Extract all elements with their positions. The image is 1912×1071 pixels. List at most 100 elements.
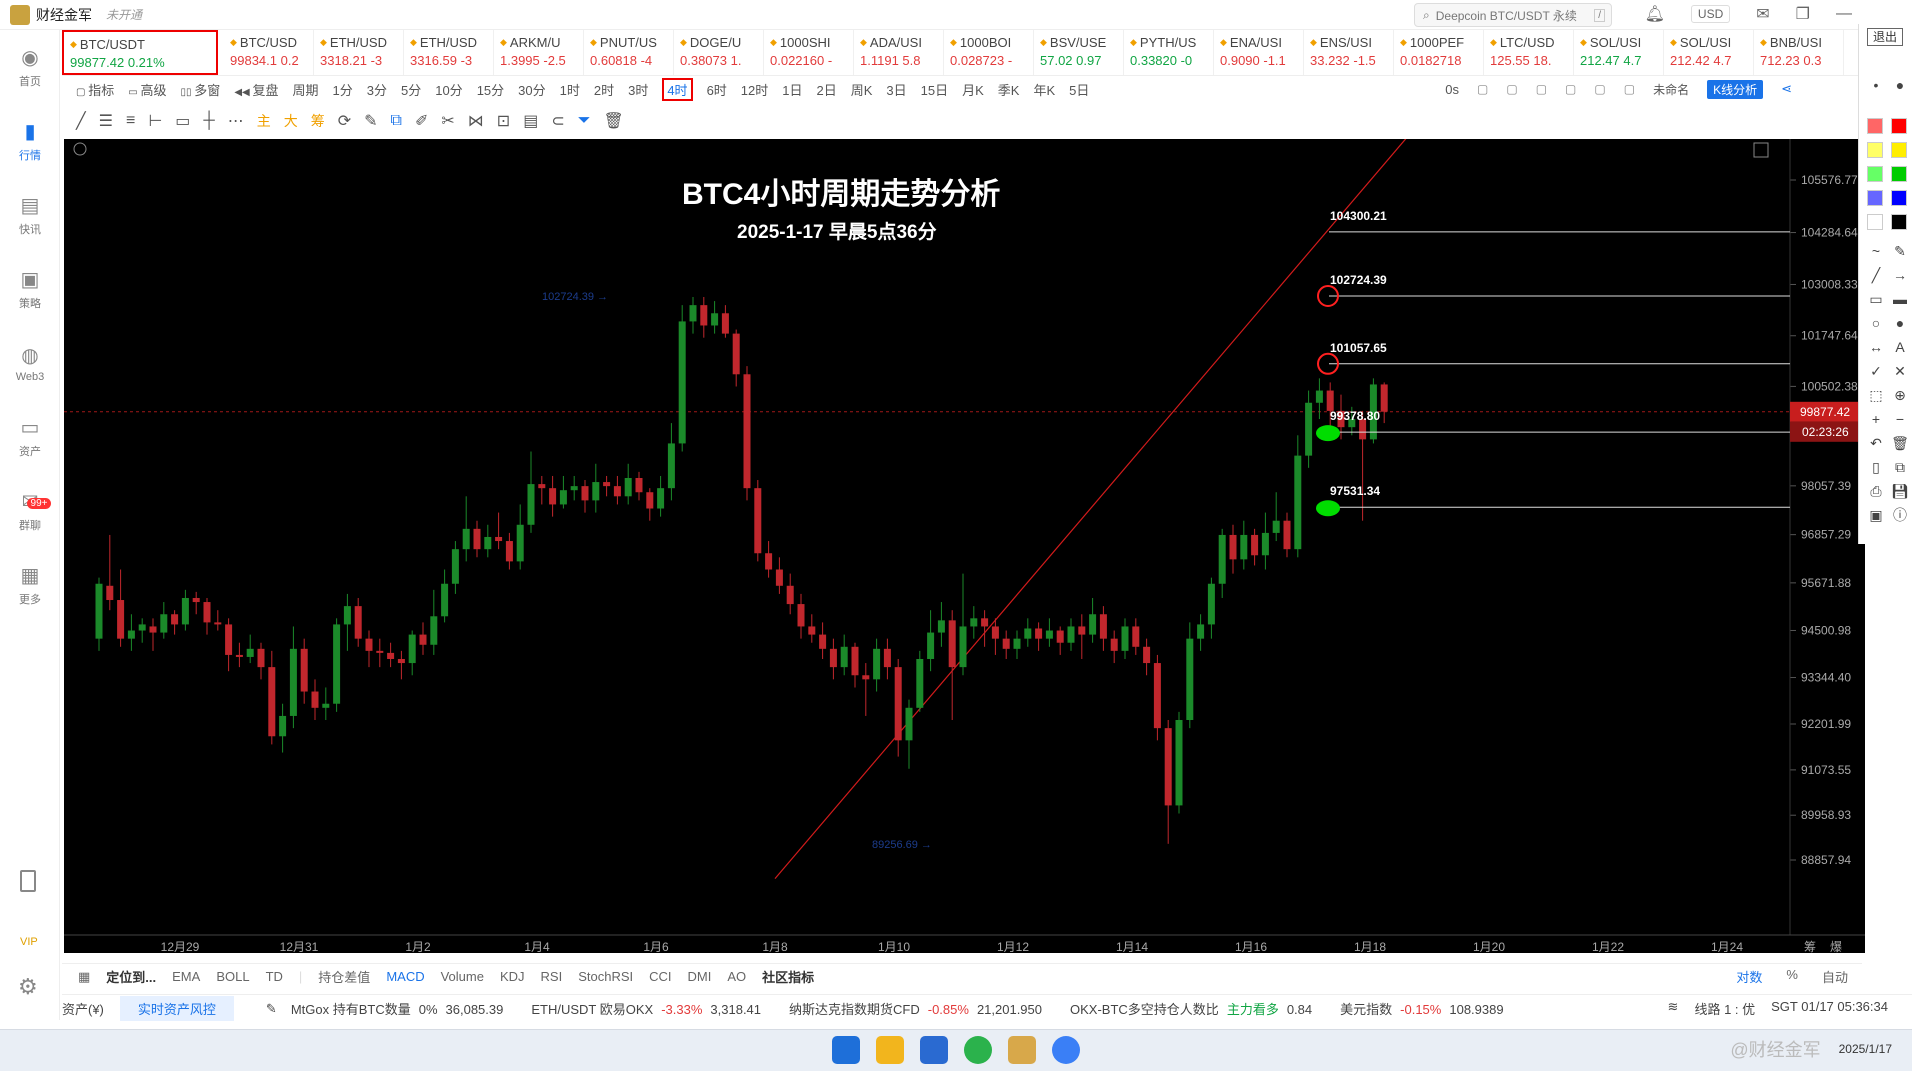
cross-tool-icon[interactable]: ✕ [1891,362,1909,380]
filled-ellipse-tool-icon[interactable]: ● [1891,314,1909,332]
ticker-tab-3[interactable]: ETH/USD 3316.59 -3 [404,30,494,75]
undo-icon[interactable]: ↶ [1867,434,1885,452]
store-icon[interactable] [920,1036,948,1064]
plus-tool-icon[interactable]: + [1867,410,1885,428]
ticker-tab-5[interactable]: PNUT/US 0.60818 -4 [584,30,674,75]
interval-5[interactable]: 30分 [518,80,545,99]
color-swatch[interactable] [1891,214,1907,230]
eraser-icon[interactable]: ✂ [441,111,454,131]
kline-analysis-button[interactable]: K线分析 [1707,79,1764,99]
chart-expand-icon[interactable] [1753,142,1769,158]
popout-icon[interactable]: ▢ [1536,82,1547,96]
calendar-icon[interactable]: ▦ [78,969,90,985]
window-restore-icon[interactable]: ❐ [1796,4,1810,24]
page-icon[interactable]: ▯ [1867,458,1885,476]
pen-icon[interactable]: ✐ [415,111,428,131]
sub-indicator-1[interactable]: MACD [386,969,424,984]
interval-15[interactable]: 3日 [886,80,906,99]
sidebar-item-2[interactable]: ▤ 快讯 [0,178,60,252]
sidebar-item-1[interactable]: ▮ 行情 [0,104,60,178]
sub-indicator-6[interactable]: CCI [649,969,671,984]
trading-app-icon[interactable] [1008,1036,1036,1064]
tool-advanced[interactable]: ▭ 高级 [128,80,166,99]
save-icon[interactable]: 💾︎ [1891,482,1909,500]
color-swatch[interactable] [1891,142,1907,158]
sidebar-item-4[interactable]: ◍ Web3 [0,326,60,400]
sidebar-item-3[interactable]: ▣ 策略 [0,252,60,326]
ticker-tab-11[interactable]: PYTH/US 0.33820 -0 [1124,30,1214,75]
settings-icon[interactable]: ▢ [1594,82,1605,96]
edit-icon[interactable]: ✎ [266,1001,277,1017]
ticker-tab-18[interactable]: BNB/USI 712.23 0.3 [1754,30,1844,75]
chip-tool[interactable]: 筹 [311,111,325,131]
line-status[interactable]: 线路 1 : 优 [1694,999,1755,1018]
ticker-strip-item[interactable]: ETH/USDT 欧易OKX -3.33% 3,318.41 [531,999,761,1018]
sidebar-item-7[interactable]: ▦ 更多 [0,548,60,622]
tool-replay[interactable]: ◀◀ 复盘 [234,80,278,99]
minimize-icon[interactable]: — [1836,5,1852,23]
print-icon[interactable]: ⎙ [1867,482,1885,500]
color-swatch[interactable] [1891,190,1907,206]
filter-icon[interactable]: ⏷ [578,112,591,130]
chart-canvas[interactable]: 105576.77 104284.64 103008.33 101747.64 1005… [64,139,1865,953]
tool-multi-window[interactable]: ▯▯ 多窗 [181,80,221,99]
interval-7[interactable]: 2时 [594,80,614,99]
channel-tool-icon[interactable]: ☰ [99,111,113,131]
minus-tool-icon[interactable]: − [1891,410,1909,428]
account-status[interactable]: 未开通 [106,6,142,23]
brush-icon[interactable]: ✎ [364,111,377,131]
trash-icon[interactable]: 🗑︎ [604,111,624,131]
sidebar-item-6[interactable]: ✉99+群聊 [0,474,60,548]
ticker-tab-10[interactable]: BSV/USE 57.02 0.97 [1034,30,1124,75]
interval-18[interactable]: 季K [998,80,1020,99]
interval-14[interactable]: 周K [851,80,873,99]
file-explorer-icon[interactable] [876,1036,904,1064]
ticker-tab-8[interactable]: ADA/USI 1.1191 5.8 [854,30,944,75]
ticker-strip-item[interactable]: 美元指数 -0.15% 108.9389 [1340,999,1503,1018]
ellipse-tool-icon[interactable]: ○ [1867,314,1885,332]
ticker-tab-16[interactable]: SOL/USI 212.47 4.7 [1574,30,1664,75]
main-indicator-boll[interactable]: BOLL [216,969,249,984]
zoom-tool-icon[interactable]: ⊕ [1891,386,1909,404]
camera-icon[interactable]: ▢ [1477,82,1488,96]
share-icon[interactable]: ⋖ [1781,81,1792,97]
interval-19[interactable]: 年K [1033,80,1055,99]
ticker-tab-2[interactable]: ETH/USD 3318.21 -3 [314,30,404,75]
ticker-tab-7[interactable]: 1000SHI 0.022160 - [764,30,854,75]
large-order-tool[interactable]: 大 [284,111,298,131]
interval-4[interactable]: 15分 [477,80,504,99]
interval-2[interactable]: 5分 [401,80,421,99]
locate-button[interactable]: 定位到... [106,967,156,986]
sub-indicator-8[interactable]: AO [727,969,746,984]
ticker-tab-15[interactable]: LTC/USD 125.55 18. [1484,30,1574,75]
scale-option-0[interactable]: 对数 [1736,967,1762,986]
color-swatch[interactable] [1867,166,1883,182]
color-swatch[interactable] [1891,118,1907,134]
color-swatch[interactable] [1867,214,1883,230]
tool-indicator[interactable]: ▢ 指标 [76,80,114,99]
line-tool-icon[interactable]: ╱ [1867,266,1885,284]
exit-button[interactable]: 退出 [1867,28,1903,46]
settings-icon[interactable]: ⚙ [18,974,38,1000]
period-dropdown[interactable]: 周期 [293,80,319,99]
main-indicator-td[interactable]: TD [266,969,283,984]
interval-16[interactable]: 15日 [921,80,948,99]
select-tool-icon[interactable]: ⬚ [1867,386,1885,404]
community-indicators[interactable]: 社区指标 [762,967,814,986]
ticker-tab-6[interactable]: DOGE/U 0.38073 1. [674,30,764,75]
interval-12[interactable]: 1日 [782,80,802,99]
copy-icon[interactable]: ⧉ [1891,458,1909,476]
fullscreen-icon[interactable]: ▢ [1624,82,1635,96]
magnet-icon[interactable]: ⊂ [551,111,564,131]
horizontal-line-tool-icon[interactable]: ⊢ [148,111,162,131]
interval-0[interactable]: 1分 [333,80,353,99]
copy-icon[interactable]: ⧉ [391,112,402,130]
risk-control-button[interactable]: 实时资产风控 [119,996,234,1021]
notes-icon[interactable]: ▤ [523,111,538,131]
trendline-tool-icon[interactable]: ╱ [76,111,86,131]
interval-10[interactable]: 6时 [707,80,727,99]
main-indicator-ema[interactable]: EMA [172,969,200,984]
rect-tool-icon[interactable]: ▭ [1867,290,1885,308]
currency-select[interactable]: USD [1690,5,1731,23]
color-swatch[interactable] [1867,142,1883,158]
